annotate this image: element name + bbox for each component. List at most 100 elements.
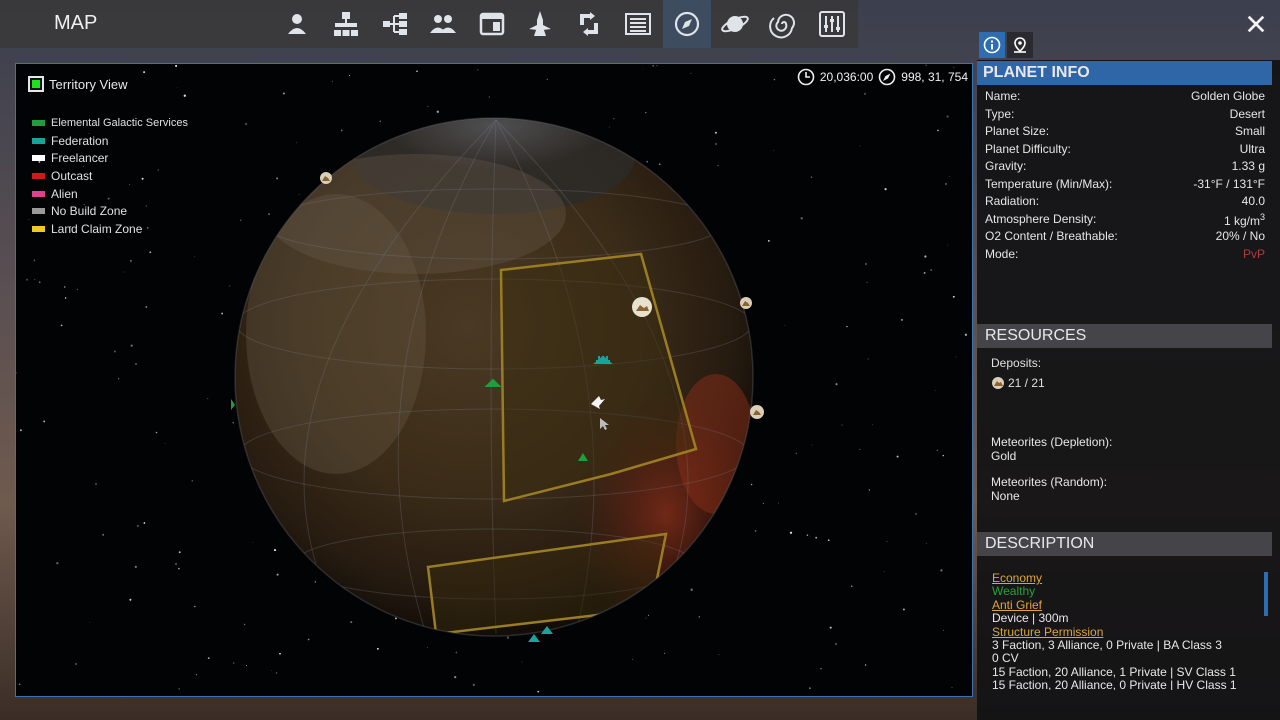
legend-swatch bbox=[32, 119, 45, 126]
legend-item: Freelancer bbox=[32, 149, 188, 167]
statistics-icon[interactable] bbox=[614, 0, 662, 48]
structure-marker[interactable] bbox=[593, 355, 613, 364]
info-row-gravity: Gravity: 1.33 g bbox=[985, 159, 1265, 177]
deposit-marker[interactable] bbox=[320, 172, 332, 184]
structure-permission-label: Structure Permission bbox=[992, 624, 1104, 639]
deposits-count: 21 / 21 bbox=[991, 374, 1045, 392]
top-nav-bar: MAP bbox=[0, 0, 858, 48]
atmosphere-value: 1 kg/m bbox=[1223, 213, 1260, 228]
info-label: Planet Difficulty: bbox=[985, 141, 1071, 156]
territory-view-toggle[interactable]: Territory View bbox=[28, 76, 128, 92]
legend-swatch bbox=[32, 137, 45, 144]
tab-info[interactable] bbox=[979, 32, 1005, 58]
permission-line: 3 Faction, 3 Alliance, 0 Private | BA Cl… bbox=[992, 638, 1222, 653]
info-label: Radiation: bbox=[985, 194, 1040, 208]
info-label: Atmosphere Density: bbox=[985, 211, 1097, 226]
legend-item: Outcast bbox=[32, 167, 188, 185]
meteorites-random-value: None bbox=[991, 489, 1020, 503]
settings-sliders-icon[interactable] bbox=[808, 0, 856, 48]
description-scrollbar[interactable] bbox=[1264, 572, 1268, 616]
close-icon bbox=[1247, 15, 1265, 33]
info-value: Ultra bbox=[1239, 141, 1265, 156]
deposit-marker[interactable] bbox=[740, 297, 752, 309]
side-panel-tabs bbox=[979, 32, 1033, 58]
legend-label: No Build Zone bbox=[51, 204, 128, 219]
info-row-mode: Mode: PvP bbox=[985, 247, 1265, 265]
planet-info-table: Name: Golden Globe Type: Desert Planet Siz… bbox=[985, 89, 1265, 264]
legend-label: Land Claim Zone bbox=[51, 221, 143, 236]
galaxy-icon[interactable] bbox=[760, 0, 808, 48]
deposit-marker[interactable] bbox=[632, 297, 652, 317]
info-row-atmosphere: Atmosphere Density: 1 kg/m3 bbox=[985, 212, 1265, 230]
info-label: Mode: bbox=[985, 246, 1019, 261]
info-icon bbox=[983, 36, 1001, 54]
structures-icon[interactable] bbox=[322, 0, 370, 48]
meteorites-depletion-value: Gold bbox=[991, 449, 1017, 463]
territory-view-label: Territory View bbox=[49, 76, 128, 92]
tech-tree-icon[interactable] bbox=[371, 0, 419, 48]
mode-value: PvP bbox=[1242, 246, 1265, 261]
close-button[interactable] bbox=[1240, 8, 1272, 40]
meteorites-random: Meteorites (Random): None bbox=[991, 475, 1107, 503]
meteorites-depletion: Meteorites (Depletion): Gold bbox=[991, 435, 1112, 463]
info-value: 1 kg/m3 bbox=[1224, 212, 1265, 230]
info-row-difficulty: Planet Difficulty: Ultra bbox=[985, 142, 1265, 160]
legend-item: No Build Zone bbox=[32, 202, 188, 220]
info-label: Gravity: bbox=[985, 159, 1027, 173]
antigrief-label: Anti Grief bbox=[992, 597, 1043, 612]
faction-legend: Elemental Galactic Services Federation F… bbox=[32, 114, 188, 238]
antigrief-value: Device | 300m bbox=[992, 611, 1069, 626]
legend-label: Outcast bbox=[51, 168, 93, 183]
territory-view-checkbox[interactable] bbox=[28, 76, 44, 92]
legend-swatch bbox=[32, 172, 45, 179]
legend-item: Land Claim Zone bbox=[32, 220, 188, 238]
legend-label: Alien bbox=[51, 186, 78, 201]
info-label: Temperature (Min/Max): bbox=[985, 176, 1113, 191]
info-row-type: Type: Desert bbox=[985, 107, 1265, 125]
deposit-marker[interactable] bbox=[750, 405, 764, 419]
map-icon[interactable] bbox=[663, 0, 711, 48]
legend-item: Alien bbox=[32, 185, 188, 203]
deposits-label: Deposits: bbox=[991, 356, 1042, 370]
meteorites-random-label: Meteorites (Random): bbox=[991, 475, 1108, 489]
clock-icon bbox=[797, 68, 815, 86]
legend-swatch bbox=[32, 155, 45, 162]
info-label: O2 Content / Breathable: bbox=[985, 229, 1118, 243]
info-value: Desert bbox=[1229, 106, 1265, 121]
ore-deposit-icon bbox=[992, 377, 1004, 389]
registry-icon[interactable] bbox=[468, 0, 516, 48]
structure-marker[interactable] bbox=[231, 399, 235, 410]
info-value: Small bbox=[1234, 124, 1265, 138]
resources-header: RESOURCES bbox=[977, 324, 1272, 348]
description-header: DESCRIPTION bbox=[977, 532, 1272, 556]
player-icon[interactable] bbox=[273, 0, 321, 48]
planet-info-panel: PLANET INFO Name: Golden Globe Type: Deser… bbox=[977, 60, 1280, 720]
meteorites-depletion-label: Meteorites (Depletion): bbox=[991, 435, 1113, 449]
game-time: 20,036:00 bbox=[819, 70, 874, 84]
info-label: Type: bbox=[985, 106, 1015, 121]
info-value: 40.0 bbox=[1241, 194, 1265, 208]
permission-line: 0 CV bbox=[992, 651, 1019, 666]
legend-item: Elemental Galactic Services bbox=[32, 114, 188, 132]
legend-swatch bbox=[32, 208, 45, 215]
resources-body: Deposits: 21 / 21 bbox=[991, 356, 1045, 392]
planet-icon[interactable] bbox=[711, 0, 759, 48]
page-title: MAP bbox=[54, 12, 98, 34]
info-label: Planet Size: bbox=[985, 124, 1050, 138]
ship-icon[interactable] bbox=[516, 0, 564, 48]
legend-swatch bbox=[32, 190, 45, 197]
economy-value: Wealthy bbox=[992, 584, 1036, 599]
economy-label: Economy bbox=[992, 572, 1043, 585]
permission-line: 15 Faction, 20 Alliance, 0 Private | HV … bbox=[992, 678, 1237, 690]
legend-item: Federation bbox=[32, 132, 188, 150]
legend-label: Freelancer bbox=[51, 151, 109, 166]
faction-icon[interactable] bbox=[419, 0, 467, 48]
time-coords-readout: 20,036:00 998, 31, 754 bbox=[797, 68, 968, 86]
tab-location[interactable] bbox=[1007, 32, 1033, 58]
coordinates: 998, 31, 754 bbox=[901, 70, 968, 84]
map-viewport[interactable]: Territory View Elemental Galactic Servic… bbox=[15, 63, 973, 697]
info-value: 20% / No bbox=[1215, 229, 1265, 243]
description-body[interactable]: Economy Wealthy Anti Grief Device | 300m… bbox=[992, 572, 1262, 690]
trade-icon[interactable] bbox=[565, 0, 613, 48]
compass-icon bbox=[878, 68, 896, 86]
